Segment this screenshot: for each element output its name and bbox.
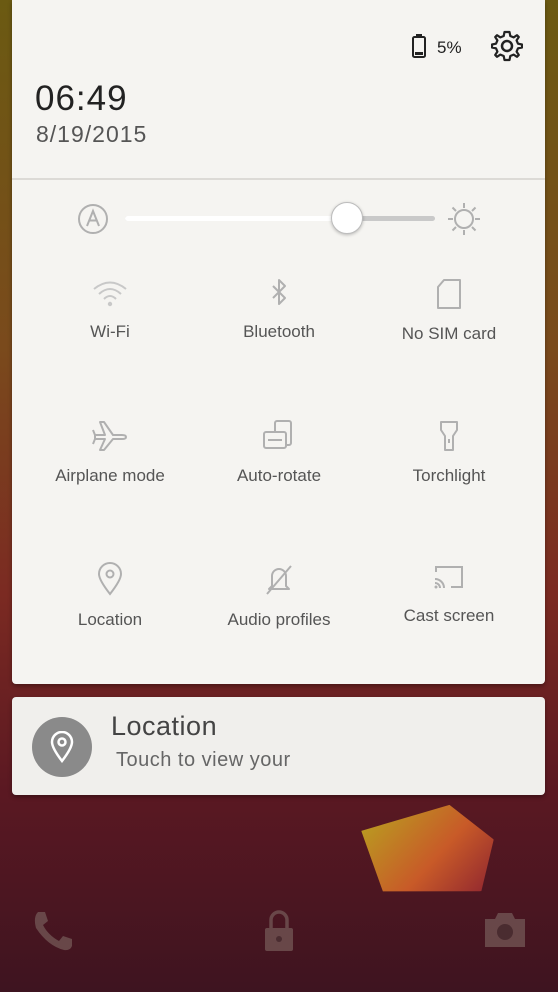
clock-time: 06:49 bbox=[35, 79, 128, 118]
brightness-slider-fill bbox=[125, 216, 349, 221]
tile-airplane[interactable]: Airplane mode bbox=[25, 418, 195, 518]
tile-audio-profiles[interactable]: Audio profiles bbox=[194, 562, 364, 662]
location-pin-icon bbox=[50, 731, 74, 763]
tile-torchlight[interactable]: Torchlight bbox=[364, 418, 534, 518]
tile-label: Cast screen bbox=[403, 606, 495, 625]
tile-auto-rotate[interactable]: Auto-rotate bbox=[194, 418, 364, 518]
battery-percent: 5% bbox=[437, 38, 462, 57]
notification-title: Location bbox=[111, 711, 218, 741]
clock-date: 8/19/2015 bbox=[36, 121, 148, 147]
notification-icon bbox=[32, 717, 92, 777]
battery-icon bbox=[412, 34, 426, 58]
location-notification[interactable]: Location Touch to view your bbox=[12, 697, 545, 795]
wifi-icon bbox=[93, 281, 127, 307]
tile-label: Location bbox=[77, 610, 143, 629]
quick-settings-panel: 5% 06:49 8/19/2015 Wi-Fi Bluetooth No SI… bbox=[12, 0, 545, 684]
airplane-icon bbox=[92, 421, 127, 451]
cast-icon bbox=[434, 566, 463, 589]
muted-bell-icon bbox=[266, 565, 292, 595]
brightness-slider-track[interactable] bbox=[125, 216, 435, 221]
auto-brightness-icon[interactable] bbox=[77, 203, 109, 235]
rotate-icon bbox=[263, 420, 292, 449]
tile-label: Audio profiles bbox=[227, 610, 331, 629]
bluetooth-icon bbox=[272, 279, 286, 305]
tile-label: Auto-rotate bbox=[236, 466, 322, 485]
notification-text: Touch to view your bbox=[116, 749, 291, 771]
tile-bluetooth[interactable]: Bluetooth bbox=[194, 278, 364, 378]
phone-icon[interactable] bbox=[30, 908, 76, 954]
tile-label: Torchlight bbox=[412, 466, 486, 485]
gear-icon[interactable] bbox=[491, 30, 523, 62]
wallpaper-shape bbox=[359, 799, 500, 906]
tile-label: Wi-Fi bbox=[90, 322, 130, 341]
brightness-slider-thumb[interactable] bbox=[331, 202, 363, 234]
location-pin-icon bbox=[97, 562, 123, 596]
camera-icon[interactable] bbox=[482, 910, 528, 950]
sim-card-icon bbox=[437, 279, 461, 309]
tile-label: No SIM card bbox=[401, 324, 497, 343]
lock-icon[interactable] bbox=[262, 908, 296, 954]
tile-wifi[interactable]: Wi-Fi bbox=[25, 278, 195, 378]
tile-cast-screen[interactable]: Cast screen bbox=[364, 562, 534, 662]
tile-label: Bluetooth bbox=[243, 322, 315, 341]
status-header: 5% 06:49 8/19/2015 bbox=[12, 0, 545, 180]
flashlight-icon bbox=[440, 421, 458, 451]
tile-location[interactable]: Location bbox=[25, 562, 195, 662]
tile-label: Airplane mode bbox=[55, 466, 165, 485]
tile-sim[interactable]: No SIM card bbox=[364, 278, 534, 378]
sun-icon bbox=[448, 203, 480, 235]
